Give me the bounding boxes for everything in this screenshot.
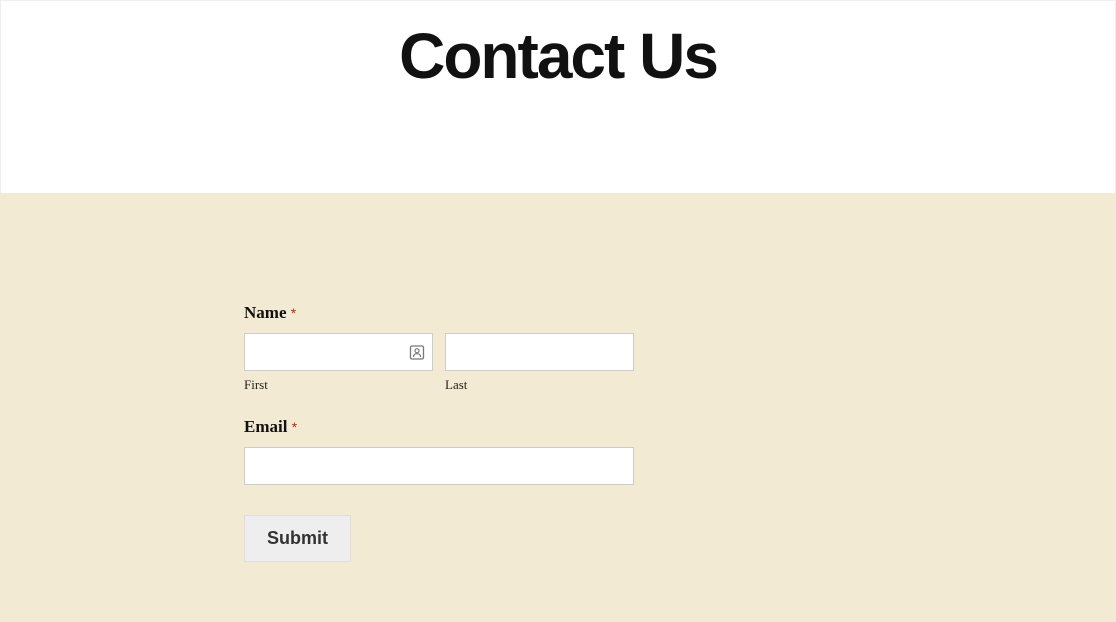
page-title: Contact Us — [1, 19, 1115, 93]
form-section: Name * First — [0, 193, 1116, 622]
last-name-sublabel: Last — [445, 377, 634, 393]
required-asterisk-icon: * — [292, 419, 297, 435]
last-name-col: Last — [445, 333, 634, 393]
name-label-text: Name — [244, 303, 286, 322]
contact-card-icon — [408, 344, 425, 361]
first-name-sublabel: First — [244, 377, 433, 393]
last-name-input[interactable] — [445, 333, 634, 371]
header-section: Contact Us — [0, 0, 1116, 193]
email-label-text: Email — [244, 417, 287, 436]
email-label: Email * — [244, 417, 634, 437]
first-name-input-wrap — [244, 333, 433, 371]
name-label: Name * — [244, 303, 634, 323]
name-row: First Last — [244, 333, 634, 393]
required-asterisk-icon: * — [291, 305, 296, 321]
contact-form: Name * First — [244, 303, 634, 562]
email-field-group: Email * — [244, 417, 634, 485]
name-field-group: Name * First — [244, 303, 634, 393]
first-name-input[interactable] — [244, 333, 433, 371]
first-name-col: First — [244, 333, 433, 393]
submit-button[interactable]: Submit — [244, 515, 351, 562]
email-input[interactable] — [244, 447, 634, 485]
